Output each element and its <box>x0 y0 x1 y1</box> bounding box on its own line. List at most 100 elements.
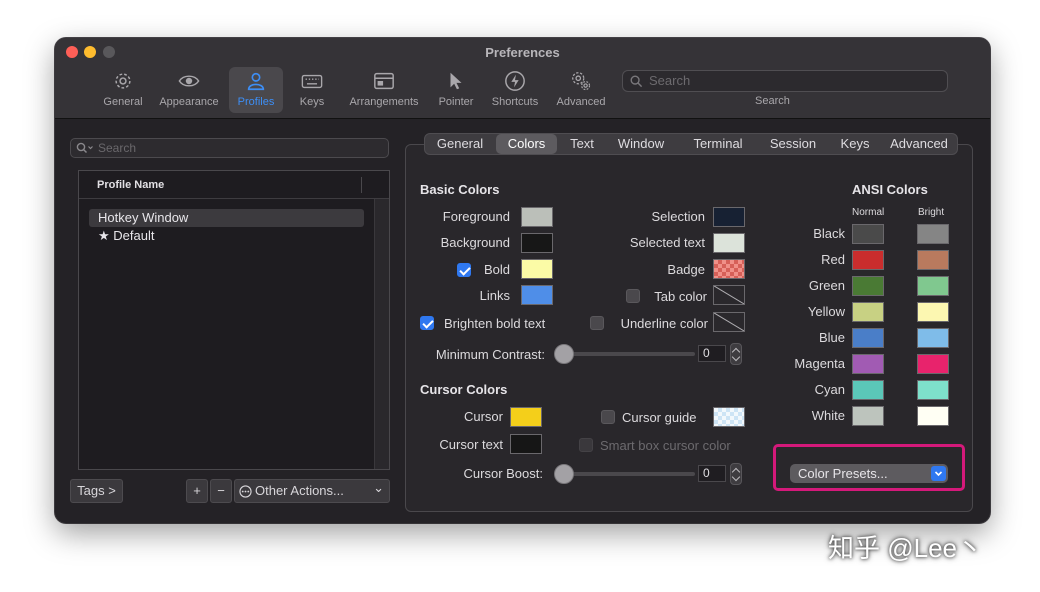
selection-color-well[interactable] <box>713 207 745 227</box>
ansi-bright-header: Bright <box>918 207 945 218</box>
tab-color-label: Tab color <box>654 289 707 304</box>
ansi-cyan-normal-well[interactable] <box>852 380 884 400</box>
ansi-magenta-label: Magenta <box>794 356 845 371</box>
gears-icon <box>572 72 591 91</box>
tab-colors[interactable]: Colors <box>496 134 557 154</box>
tab-session[interactable]: Session <box>758 134 828 154</box>
ansi-red-normal-well[interactable] <box>852 250 884 270</box>
remove-profile-button[interactable]: − <box>210 479 232 503</box>
chevron-down-icon: ⌄ <box>373 480 384 495</box>
smart-box-cursor-checkbox[interactable] <box>579 438 593 452</box>
links-color-well[interactable] <box>521 285 553 305</box>
tab-advanced[interactable]: Advanced <box>881 134 957 154</box>
ansi-magenta-bright-well[interactable] <box>917 354 949 374</box>
ansi-green-normal-well[interactable] <box>852 276 884 296</box>
minimum-contrast-slider-knob[interactable] <box>554 344 574 364</box>
underline-color-checkbox[interactable] <box>590 316 604 330</box>
profile-name-column-header: Profile Name <box>97 179 165 191</box>
toolbar-appearance[interactable]: Appearance <box>156 67 222 113</box>
cursor-guide-label: Cursor guide <box>622 410 697 425</box>
toolbar-appearance-label: Appearance <box>159 96 219 108</box>
toolbar-shortcuts-label: Shortcuts <box>491 96 539 108</box>
cursor-label: Cursor <box>463 409 503 424</box>
toolbar-pointer[interactable]: Pointer <box>433 67 479 113</box>
ansi-white-bright-well[interactable] <box>917 406 949 426</box>
minimum-contrast-value[interactable]: 0 <box>698 345 726 362</box>
add-profile-button[interactable]: + <box>186 479 208 503</box>
cursor-boost-stepper[interactable] <box>730 463 742 485</box>
ansi-black-label: Black <box>813 226 845 241</box>
tab-text[interactable]: Text <box>561 134 603 154</box>
cursor-text-color-well[interactable] <box>510 434 542 454</box>
brighten-bold-checkbox[interactable] <box>420 316 434 330</box>
tags-button[interactable]: Tags > <box>70 479 123 503</box>
ansi-green-label: Green <box>808 278 845 293</box>
selected-text-label: Selected text <box>629 235 705 250</box>
other-actions-label: Other Actions... <box>255 483 344 498</box>
toolbar-advanced[interactable]: Advanced <box>551 67 611 113</box>
basic-colors-heading: Basic Colors <box>420 182 500 197</box>
search-icon <box>630 75 643 88</box>
tab-terminal[interactable]: Terminal <box>680 134 756 154</box>
background-label: Background <box>440 235 510 250</box>
minimum-contrast-slider-track[interactable] <box>560 352 695 356</box>
person-icon <box>247 72 265 91</box>
watermark: 知乎 @Lee丶 <box>828 533 983 563</box>
profile-search-field[interactable]: Search <box>70 138 389 158</box>
ansi-yellow-bright-well[interactable] <box>917 302 949 322</box>
toolbar-general[interactable]: General <box>97 67 149 113</box>
ansi-normal-header: Normal <box>852 207 885 218</box>
badge-color-well[interactable] <box>713 259 745 279</box>
toolbar-arrangements[interactable]: Arrangements <box>344 67 424 113</box>
toolbar-shortcuts[interactable]: Shortcuts <box>487 67 543 113</box>
cursor-guide-color-well[interactable] <box>713 407 745 427</box>
minimum-contrast-label: Minimum Contrast: <box>435 347 545 362</box>
brighten-bold-label: Brighten bold text <box>444 316 546 331</box>
cursor-guide-checkbox[interactable] <box>601 410 615 424</box>
ansi-colors-heading: ANSI Colors <box>852 182 928 197</box>
bold-label: Bold <box>483 262 510 277</box>
profile-row-hotkey-window[interactable]: Hotkey Window <box>89 209 364 227</box>
cursor-text-label: Cursor text <box>439 437 503 452</box>
ansi-white-normal-well[interactable] <box>852 406 884 426</box>
bold-color-well[interactable] <box>521 259 553 279</box>
minimum-contrast-stepper[interactable] <box>730 343 742 365</box>
toolbar-keys[interactable]: Keys <box>291 67 333 113</box>
foreground-color-well[interactable] <box>521 207 553 227</box>
ansi-green-bright-well[interactable] <box>917 276 949 296</box>
background-color-well[interactable] <box>521 233 553 253</box>
toolbar-arrangements-label: Arrangements <box>349 96 419 108</box>
profile-row-default[interactable]: ★ Default <box>89 227 364 245</box>
ansi-white-label: White <box>811 408 845 423</box>
color-presets-dropdown-button[interactable] <box>931 466 946 481</box>
ansi-blue-bright-well[interactable] <box>917 328 949 348</box>
cursor-boost-slider-track[interactable] <box>560 472 695 476</box>
tab-window[interactable]: Window <box>606 134 676 154</box>
cursor-boost-value[interactable]: 0 <box>698 465 726 482</box>
lightning-icon <box>505 71 525 91</box>
ansi-red-bright-well[interactable] <box>917 250 949 270</box>
ansi-cyan-bright-well[interactable] <box>917 380 949 400</box>
toolbar-advanced-label: Advanced <box>556 96 606 108</box>
other-actions-button[interactable]: Other Actions... ⌄ <box>234 479 390 503</box>
ansi-black-normal-well[interactable] <box>852 224 884 244</box>
underline-color-well[interactable] <box>713 312 745 332</box>
tab-general[interactable]: General <box>427 134 493 154</box>
tab-keys[interactable]: Keys <box>830 134 880 154</box>
ansi-blue-label: Blue <box>818 330 845 345</box>
tab-color-well[interactable] <box>713 285 745 305</box>
ansi-black-bright-well[interactable] <box>917 224 949 244</box>
search-icon <box>76 142 93 154</box>
ansi-blue-normal-well[interactable] <box>852 328 884 348</box>
cursor-color-well[interactable] <box>510 407 542 427</box>
ansi-yellow-normal-well[interactable] <box>852 302 884 322</box>
selected-text-color-well[interactable] <box>713 233 745 253</box>
cursor-icon <box>450 72 462 90</box>
profile-list-scrollbar[interactable] <box>374 199 389 469</box>
toolbar-search-field[interactable]: Search <box>622 70 948 92</box>
color-presets-dropdown[interactable]: Color Presets... <box>790 464 948 483</box>
profile-list-header[interactable]: Profile Name <box>79 171 389 199</box>
cursor-boost-slider-knob[interactable] <box>554 464 574 484</box>
ansi-magenta-normal-well[interactable] <box>852 354 884 374</box>
toolbar-profiles[interactable]: Profiles <box>229 67 283 113</box>
